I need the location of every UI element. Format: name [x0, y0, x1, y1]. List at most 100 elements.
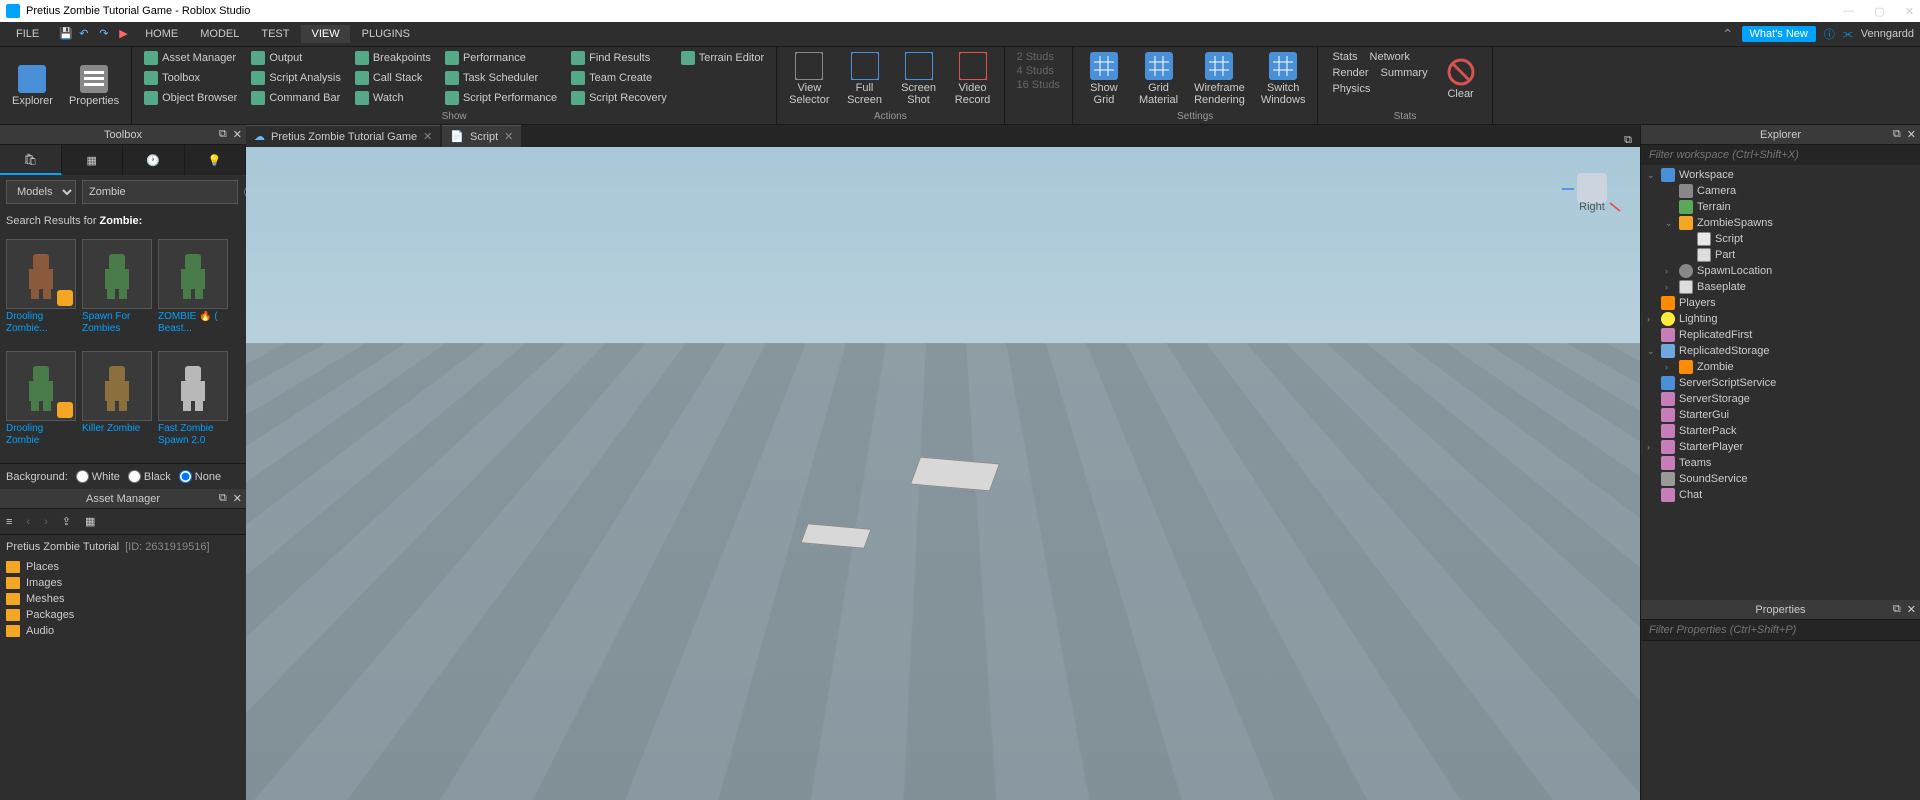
tree-item-terrain[interactable]: Terrain: [1641, 199, 1920, 215]
tab-script-close-icon[interactable]: ✕: [504, 130, 513, 143]
network-button[interactable]: Network: [1370, 51, 1410, 63]
toolbox-tab-inventory[interactable]: ▦: [62, 145, 124, 175]
full-screen-button[interactable]: FullScreen: [840, 47, 890, 111]
view-selector-button[interactable]: ViewSelector: [783, 47, 835, 111]
tree-item-chat[interactable]: Chat: [1641, 487, 1920, 503]
video-record-button[interactable]: VideoRecord: [948, 47, 998, 111]
tab-script[interactable]: 📄 Script ✕: [442, 125, 521, 147]
toolbox-tab-creations[interactable]: 💡: [185, 145, 247, 175]
show-grid-button[interactable]: ShowGrid: [1079, 47, 1129, 111]
menu-test[interactable]: TEST: [251, 25, 299, 43]
menu-file[interactable]: FILE: [6, 25, 49, 43]
toolbox-search-input[interactable]: [82, 180, 238, 204]
help-icon[interactable]: ⓘ: [1824, 26, 1835, 42]
properties-close-icon[interactable]: ✕: [1907, 603, 1916, 616]
qat-undo-icon[interactable]: ↶: [79, 27, 93, 41]
explorer-undock-icon[interactable]: ⧉: [1893, 128, 1901, 141]
switch-windows-button[interactable]: SwitchWindows: [1255, 47, 1312, 111]
tree-item-serverscriptservice[interactable]: ServerScriptService: [1641, 375, 1920, 391]
ribbon-asset-manager[interactable]: Asset Manager: [138, 49, 243, 67]
ribbon-output[interactable]: Output: [245, 49, 347, 67]
tree-item-soundservice[interactable]: SoundService: [1641, 471, 1920, 487]
share-icon[interactable]: ⫘: [1843, 28, 1853, 41]
assetmgr-upload-icon[interactable]: ⇪: [62, 515, 71, 528]
toolbox-item[interactable]: Drooling Zombie: [6, 351, 76, 457]
ribbon-script-recovery[interactable]: Script Recovery: [565, 89, 673, 107]
tree-item-teams[interactable]: Teams: [1641, 455, 1920, 471]
tree-expand-icon[interactable]: ›: [1665, 282, 1675, 292]
menu-plugins[interactable]: PLUGINS: [352, 25, 420, 43]
tree-item-starterpack[interactable]: StarterPack: [1641, 423, 1920, 439]
tree-expand-icon[interactable]: ›: [1647, 314, 1657, 324]
assetmgr-menu-icon[interactable]: ≡: [6, 516, 12, 528]
tree-item-script[interactable]: Script: [1641, 231, 1920, 247]
explorer-button[interactable]: Explorer: [6, 47, 59, 124]
ribbon-terrain-editor[interactable]: Terrain Editor: [675, 49, 770, 67]
viewport-3d[interactable]: Right: [246, 147, 1640, 800]
qat-save-icon[interactable]: 💾: [59, 27, 73, 41]
ribbon-script-performance[interactable]: Script Performance: [439, 89, 563, 107]
assetmgr-undock-icon[interactable]: ⧉: [219, 492, 227, 505]
tree-expand-icon[interactable]: ›: [1665, 266, 1675, 276]
ribbon-script-analysis[interactable]: Script Analysis: [245, 69, 347, 87]
ribbon-task-scheduler[interactable]: Task Scheduler: [439, 69, 563, 87]
toolbox-undock-icon[interactable]: ⧉: [219, 128, 227, 141]
snap-4-studs[interactable]: 4 Studs: [1017, 65, 1060, 77]
tree-item-serverstorage[interactable]: ServerStorage: [1641, 391, 1920, 407]
snap-16-studs[interactable]: 16 Studs: [1017, 79, 1060, 91]
whats-new-button[interactable]: What's New: [1742, 26, 1816, 42]
assetmgr-close-icon[interactable]: ✕: [233, 492, 242, 505]
tab-game[interactable]: ☁ Pretius Zombie Tutorial Game ✕: [246, 125, 440, 147]
properties-filter-input[interactable]: [1641, 620, 1920, 640]
tree-item-replicatedfirst[interactable]: ReplicatedFirst: [1641, 327, 1920, 343]
tree-item-part[interactable]: Part: [1641, 247, 1920, 263]
properties-button[interactable]: Properties: [63, 47, 125, 124]
render-button[interactable]: Render: [1332, 67, 1368, 79]
menu-model[interactable]: MODEL: [190, 25, 249, 43]
tree-item-replicatedstorage[interactable]: ⌄ReplicatedStorage: [1641, 343, 1920, 359]
explorer-filter-input[interactable]: [1641, 145, 1920, 165]
assetmgr-fwd-icon[interactable]: ›: [44, 516, 48, 528]
qat-redo-icon[interactable]: ↷: [99, 27, 113, 41]
properties-undock-icon[interactable]: ⧉: [1893, 603, 1901, 616]
stats-button[interactable]: Stats: [1332, 51, 1357, 63]
tree-item-baseplate[interactable]: ›Baseplate: [1641, 279, 1920, 295]
assetmgr-grid-icon[interactable]: ▦: [85, 515, 95, 528]
tree-item-zombiespawns[interactable]: ⌄ZombieSpawns: [1641, 215, 1920, 231]
toolbox-tab-recent[interactable]: 🕐: [123, 145, 185, 175]
ribbon-breakpoints[interactable]: Breakpoints: [349, 49, 437, 67]
explorer-close-icon[interactable]: ✕: [1907, 128, 1916, 141]
tree-item-lighting[interactable]: ›Lighting: [1641, 311, 1920, 327]
bg-none-radio[interactable]: None: [179, 470, 221, 483]
menu-view[interactable]: VIEW: [301, 25, 349, 43]
ribbon-find-results[interactable]: Find Results: [565, 49, 673, 67]
tree-item-workspace[interactable]: ⌄Workspace: [1641, 167, 1920, 183]
qat-play-icon[interactable]: ▶: [119, 27, 133, 41]
tree-item-spawnlocation[interactable]: ›SpawnLocation: [1641, 263, 1920, 279]
ribbon-toolbox[interactable]: Toolbox: [138, 69, 243, 87]
tree-item-players[interactable]: Players: [1641, 295, 1920, 311]
folder-item[interactable]: Images: [6, 575, 240, 591]
toolbox-item[interactable]: Fast Zombie Spawn 2.0: [158, 351, 228, 457]
physics-button[interactable]: Physics: [1332, 83, 1427, 95]
toolbox-category-select[interactable]: Models: [6, 180, 76, 204]
tree-item-camera[interactable]: Camera: [1641, 183, 1920, 199]
folder-item[interactable]: Meshes: [6, 591, 240, 607]
tree-expand-icon[interactable]: ›: [1647, 442, 1657, 452]
toolbox-tab-marketplace[interactable]: 🛍: [0, 145, 62, 175]
bg-black-radio[interactable]: Black: [128, 470, 171, 483]
close-button[interactable]: ✕: [1905, 5, 1914, 18]
tree-expand-icon[interactable]: ⌄: [1647, 346, 1657, 357]
ribbon-watch[interactable]: Watch: [349, 89, 437, 107]
ribbon-performance[interactable]: Performance: [439, 49, 563, 67]
toolbox-item[interactable]: ZOMBIE 🔥 ( Beast...: [158, 239, 228, 345]
user-name[interactable]: Venngardd: [1861, 28, 1914, 40]
ribbon-team-create[interactable]: Team Create: [565, 69, 673, 87]
ribbon-command-bar[interactable]: Command Bar: [245, 89, 347, 107]
toolbox-item[interactable]: Drooling Zombie...: [6, 239, 76, 345]
folder-item[interactable]: Packages: [6, 607, 240, 623]
screen-shot-button[interactable]: ScreenShot: [894, 47, 944, 111]
tree-item-startergui[interactable]: StarterGui: [1641, 407, 1920, 423]
snap-2-studs[interactable]: 2 Studs: [1017, 51, 1060, 63]
maximize-button[interactable]: ▢: [1874, 5, 1884, 18]
